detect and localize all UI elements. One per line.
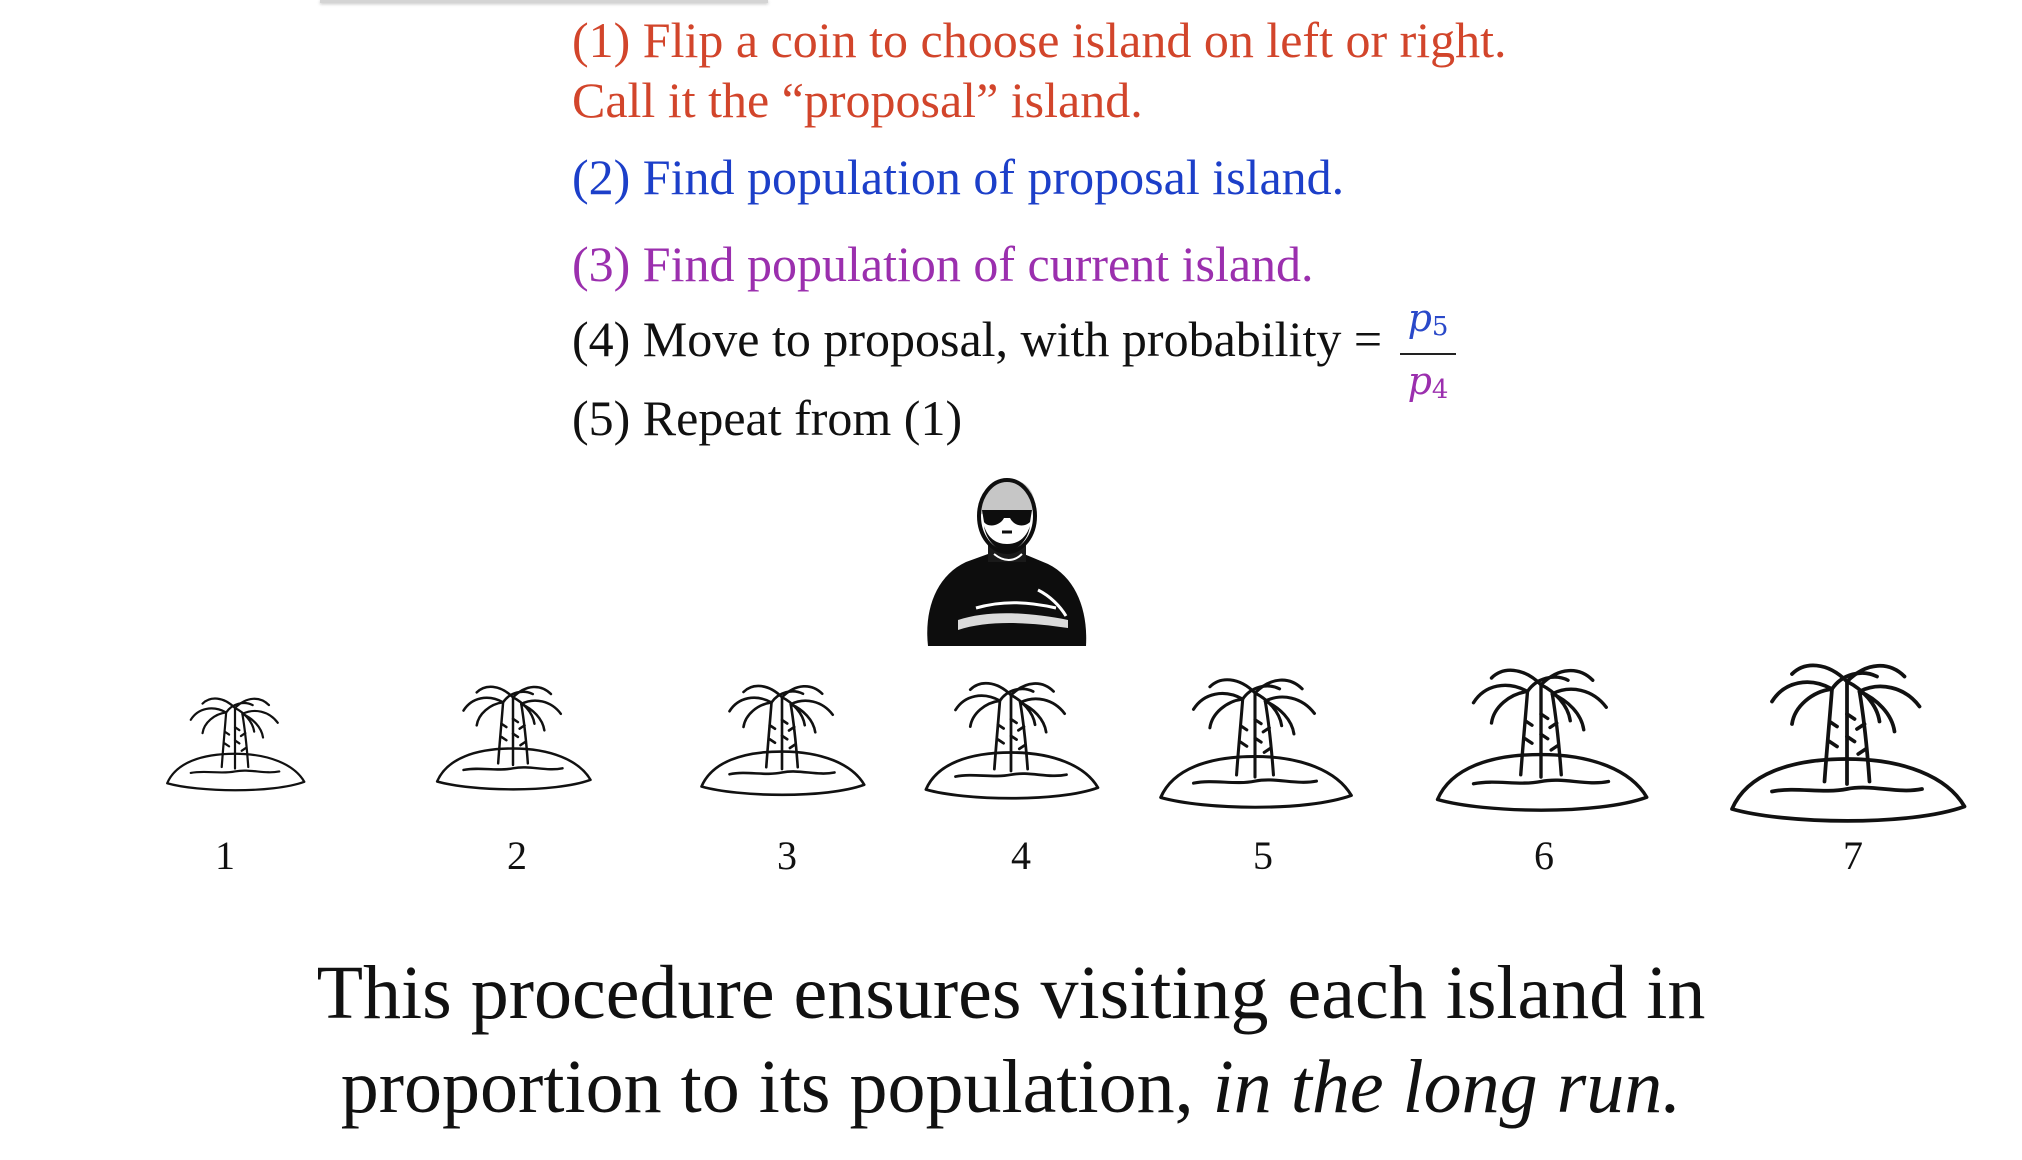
conclusion-line-1: This procedure ensures visiting each isl… (316, 951, 1706, 1035)
island-7-icon (1730, 663, 1967, 823)
fraction-denominator: p4 (1407, 359, 1449, 405)
island-label-7: 7 (1843, 833, 1863, 878)
fraction-numerator: p5 (1407, 296, 1449, 342)
island-label-4: 4 (1011, 833, 1031, 878)
fraction-bar (1400, 353, 1456, 355)
conclusion-italic-text: in the long run. (1212, 1045, 1682, 1129)
top-window-edge (320, 0, 768, 3)
step-4: (4) Move to proposal, with probability = (572, 311, 1383, 367)
step-5: (5) Repeat from (1) (572, 390, 963, 446)
island-4-icon (924, 681, 1100, 800)
island-5-icon (1159, 678, 1353, 809)
island-2-icon (435, 685, 592, 791)
king-figure-icon (927, 478, 1087, 646)
island-1-icon (166, 697, 306, 792)
step-2: (2) Find population of proposal island. (572, 149, 1345, 205)
step-1-line-2: Call it the “proposal” island. (572, 72, 1143, 128)
island-label-6: 6 (1534, 833, 1554, 878)
step-3: (3) Find population of current island. (572, 236, 1314, 292)
island-3-icon (700, 684, 866, 797)
island-label-3: 3 (777, 833, 797, 878)
conclusion-line-2: proportion to its population, in the lon… (0, 1040, 2022, 1134)
probability-fraction: p5 p4 (1400, 296, 1456, 412)
step-1-line-1: (1) Flip a coin to choose island on left… (572, 12, 1507, 68)
island-label-1: 1 (215, 833, 235, 878)
island-label-5: 5 (1253, 833, 1273, 878)
conclusion-plain-text: proportion to its population, (340, 1045, 1213, 1129)
island-label-2: 2 (507, 833, 527, 878)
island-6-icon (1435, 668, 1649, 812)
